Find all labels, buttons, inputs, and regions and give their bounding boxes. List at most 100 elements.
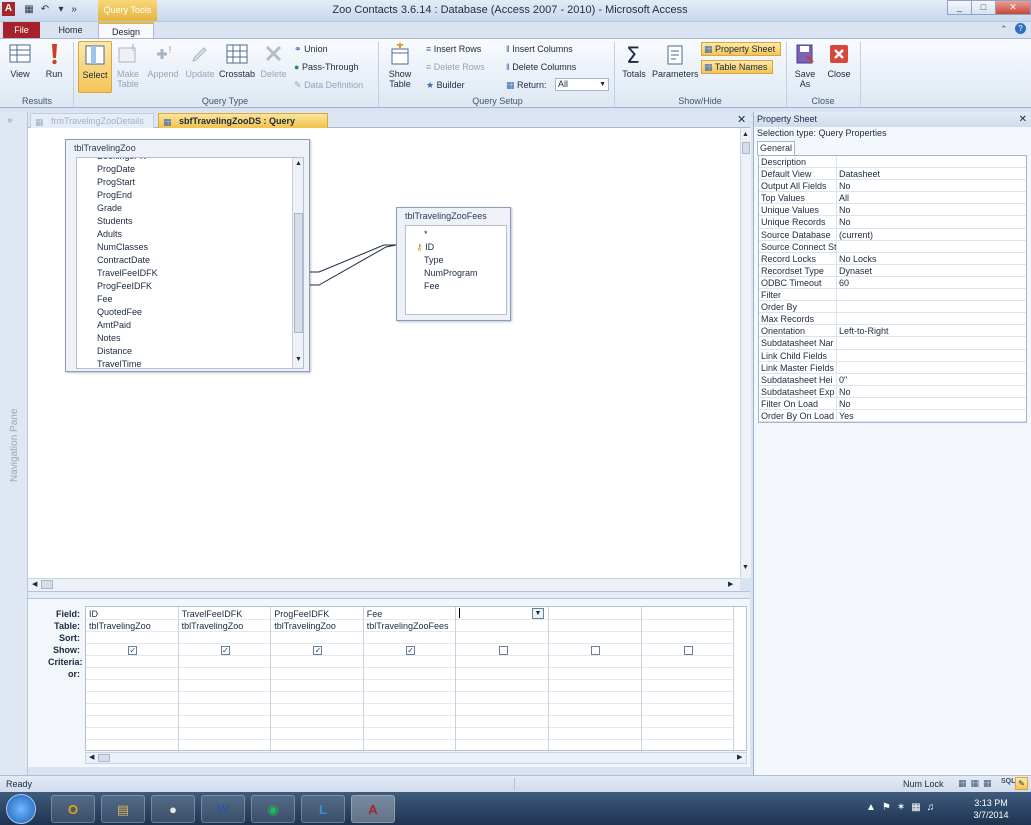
field-list[interactable]: BookingsPKProgDateProgStartProgEndGradeS…	[76, 157, 304, 369]
show-checkbox[interactable]: ✓	[406, 646, 416, 655]
property-value[interactable]	[837, 350, 1026, 361]
delete-columns-button[interactable]: ‖ Delete Columns	[506, 61, 576, 73]
table-field[interactable]: ProgEnd	[97, 189, 158, 202]
sql-view-button[interactable]: SQL	[1001, 778, 1015, 785]
property-row[interactable]: Filter	[759, 289, 1026, 302]
doc-tab-query-builder[interactable]: ▦ sbfTravelingZooDS : Query Builder	[158, 113, 328, 140]
pane-splitter[interactable]	[28, 591, 750, 599]
canvas-vertical-scrollbar[interactable]: ▲ ▼	[740, 128, 751, 578]
table-field[interactable]: *	[408, 228, 478, 241]
grid-field-cell[interactable]	[549, 608, 641, 620]
table-field[interactable]: Grade	[97, 202, 158, 215]
primary-key-field[interactable]: ⚷ ID	[408, 241, 478, 254]
grid-field-cell[interactable]	[642, 608, 734, 620]
property-value[interactable]: Left-to-Right	[837, 325, 1026, 336]
property-row[interactable]: Max Records	[759, 313, 1026, 326]
scroll-down-icon[interactable]: ▼	[742, 564, 749, 571]
table-field[interactable]: ContractDate	[97, 254, 158, 267]
run-button[interactable]: Run	[40, 42, 68, 79]
table-box-tbl-traveling-zoo[interactable]: tblTravelingZoo BookingsPKProgDateProgSt…	[65, 139, 310, 372]
grid-column[interactable]: Fee tblTravelingZooFees ✓	[363, 607, 457, 752]
delete-rows-button[interactable]: ≡ Delete Rows	[426, 61, 485, 73]
grid-table-cell[interactable]	[549, 620, 641, 632]
property-row[interactable]: Unique Records No	[759, 216, 1026, 229]
table-field[interactable]: TravelTime	[97, 358, 158, 368]
table-field[interactable]: TravelFeeIDFK	[97, 267, 158, 280]
property-value[interactable]	[837, 313, 1026, 324]
expand-nav-icon[interactable]: »	[7, 115, 13, 126]
property-value[interactable]: Datasheet	[837, 168, 1026, 179]
table-field[interactable]: NumProgram	[408, 267, 478, 280]
totals-button[interactable]: Σ Totals	[619, 42, 649, 79]
grid-table-cell[interactable]: tblTravelingZoo	[179, 620, 271, 632]
query-design-canvas[interactable]: tblTravelingZoo BookingsPKProgDateProgSt…	[28, 128, 740, 578]
property-value[interactable]: Yes	[837, 410, 1026, 421]
start-button[interactable]	[6, 794, 36, 824]
property-row[interactable]: Source Database (current)	[759, 228, 1026, 241]
clock[interactable]: 3:13 PM 3/7/2014	[963, 797, 1019, 821]
view-button[interactable]: View	[4, 42, 36, 79]
property-value[interactable]	[837, 337, 1026, 348]
collapse-ribbon-icon[interactable]: ⌃	[1000, 24, 1008, 35]
update-button[interactable]: Update	[183, 42, 217, 79]
property-row[interactable]: Output All Fields No	[759, 180, 1026, 193]
property-row[interactable]: ODBC Timeout 60	[759, 276, 1026, 290]
show-checkbox[interactable]	[498, 646, 508, 655]
undo-icon[interactable]: ↶	[38, 3, 52, 16]
data-definition-button[interactable]: ✎ Data Definition	[294, 79, 363, 91]
show-checkbox[interactable]	[591, 646, 601, 655]
property-row[interactable]: Unique Values No	[759, 204, 1026, 217]
show-checkbox[interactable]: ✓	[220, 646, 230, 655]
property-row[interactable]: Subdatasheet Hei 0"	[759, 373, 1026, 386]
grid-table-cell[interactable]: tblTravelingZooFees	[364, 620, 456, 632]
save-icon[interactable]: ▦	[22, 3, 36, 16]
scrollbar-thumb[interactable]	[742, 142, 750, 154]
grid-table-cell[interactable]	[456, 620, 548, 632]
property-row[interactable]: Order By	[759, 301, 1026, 314]
taskbar-app-outlook[interactable]: O	[51, 795, 95, 823]
table-box-tbl-traveling-zoo-fees[interactable]: tblTravelingZooFees * ⚷ ID Type NumProgram F…	[396, 207, 511, 321]
grid-field-cell[interactable]: Fee	[364, 608, 456, 620]
builder-button[interactable]: ★ Builder	[426, 79, 465, 91]
property-row[interactable]: Record Locks No Locks	[759, 252, 1026, 265]
close-document-icon[interactable]: ✕	[737, 113, 746, 126]
table-field[interactable]: QuotedFee	[97, 306, 158, 319]
property-row[interactable]: Filter On Load No	[759, 397, 1026, 410]
property-value[interactable]: No	[837, 216, 1026, 227]
table-names-button[interactable]: ▦ Table Names	[701, 60, 773, 74]
grid-column[interactable]: ProgFeeIDFK tblTravelingZoo ✓	[271, 607, 364, 752]
minimize-button[interactable]: _	[947, 0, 972, 15]
property-value[interactable]: Dynaset	[837, 265, 1026, 276]
property-value[interactable]	[837, 156, 1026, 167]
grid-table-cell[interactable]	[642, 620, 734, 632]
table-field[interactable]: ProgFeeIDFK	[97, 280, 158, 293]
scroll-up-icon[interactable]: ▲	[742, 131, 749, 138]
customize-quick-access-icon[interactable]: ▾	[54, 3, 68, 16]
property-value[interactable]	[837, 362, 1026, 373]
save-as-button[interactable]: Save As	[790, 42, 820, 89]
scroll-left-icon[interactable]: ◀	[32, 580, 37, 588]
taskbar-app-spotify[interactable]: ◉	[251, 795, 295, 823]
system-tray-icons[interactable]: ▲⚑✶▦♫	[866, 802, 940, 813]
table-field[interactable]: Adults	[97, 228, 158, 241]
scroll-right-icon[interactable]: ▶	[728, 580, 733, 588]
tab-design[interactable]: Design	[98, 22, 154, 38]
property-value[interactable]	[837, 301, 1026, 312]
property-value[interactable]: No	[837, 180, 1026, 191]
table-box-title[interactable]: tblTravelingZooFees	[397, 208, 510, 222]
table-field[interactable]: Fee	[408, 280, 478, 293]
scroll-right-icon[interactable]: ▶	[737, 753, 742, 761]
union-button[interactable]: ⚭ Union	[294, 43, 328, 55]
grid-column[interactable]: ▼	[456, 607, 549, 752]
scrollbar-thumb[interactable]	[294, 213, 303, 333]
table-field[interactable]: AmtPaid	[97, 319, 158, 332]
property-row[interactable]: Subdatasheet Exp No	[759, 385, 1026, 398]
make-table-button[interactable]: ! Make Table	[114, 42, 142, 89]
show-checkbox[interactable]: ✓	[128, 646, 138, 655]
chevron-down-icon[interactable]: ▼	[531, 608, 544, 619]
taskbar-app-explorer[interactable]: ▤	[101, 795, 145, 823]
tab-general[interactable]: General	[757, 141, 795, 155]
show-checkbox[interactable]	[683, 646, 693, 655]
delete-query-button[interactable]: Delete	[258, 42, 289, 79]
field-list-scrollbar[interactable]: ▲ ▼	[292, 158, 303, 368]
